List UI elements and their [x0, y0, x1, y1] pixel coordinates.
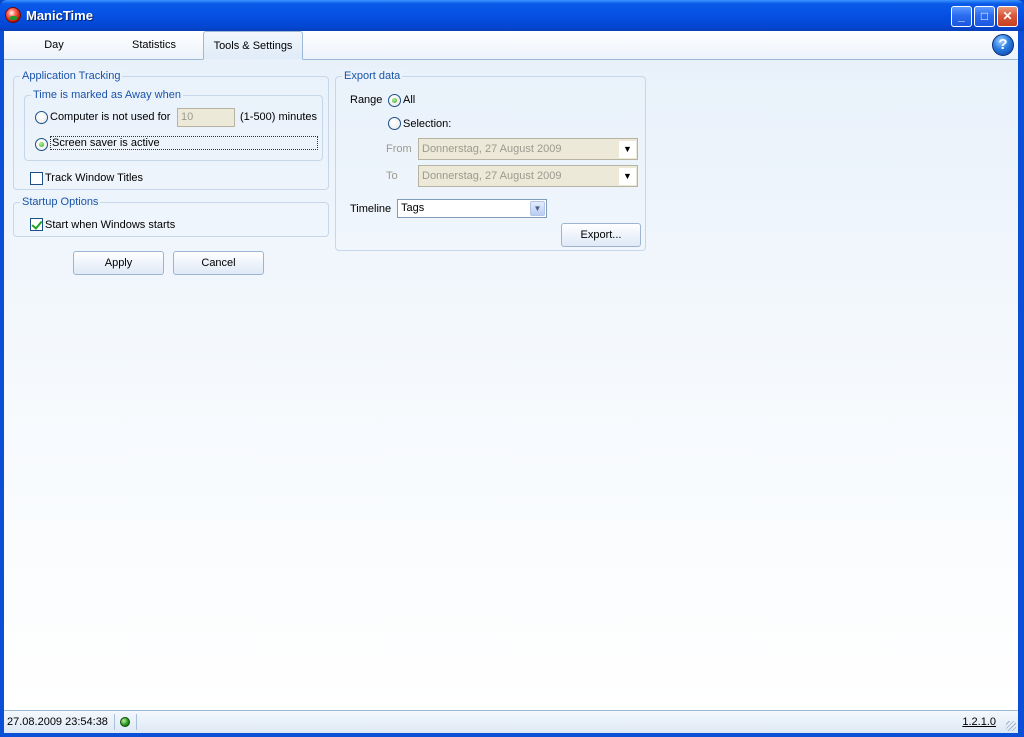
status-separator — [136, 714, 137, 730]
chevron-down-icon[interactable]: ▼ — [530, 201, 545, 216]
to-date-picker[interactable]: Donnerstag, 27 August 2009 ▼ — [418, 165, 638, 187]
status-datetime: 27.08.2009 23:54:38 — [7, 716, 108, 728]
track-window-titles-checkbox[interactable] — [30, 172, 43, 185]
close-button[interactable]: ✕ — [997, 6, 1018, 27]
maximize-icon: □ — [980, 9, 989, 23]
timeline-select-value: Tags — [401, 202, 425, 214]
from-date-dropdown-icon[interactable]: ▼ — [619, 141, 636, 158]
range-all-radio[interactable] — [388, 94, 401, 107]
to-label: To — [386, 170, 398, 182]
minimize-button[interactable]: _ — [951, 6, 972, 27]
screen-saver-label: Screen saver is active — [50, 136, 318, 150]
tab-tools-settings[interactable]: Tools & Settings — [203, 31, 303, 60]
start-with-windows-label: Start when Windows starts — [45, 219, 176, 231]
away-group-title: Time is marked as Away when — [31, 89, 183, 101]
version-link[interactable]: 1.2.1.0 — [962, 716, 996, 728]
status-separator — [114, 714, 115, 730]
title-bar[interactable]: ManicTime _ □ ✕ — [0, 0, 1024, 31]
main-content: Day Statistics Tools & Settings ? Applic… — [4, 31, 1018, 710]
computer-not-used-label: Computer is not used for — [50, 111, 171, 123]
range-label: Range — [350, 94, 383, 106]
timeline-label: Timeline — [350, 203, 392, 215]
from-label: From — [386, 143, 412, 155]
tab-bar: Day Statistics Tools & Settings ? — [4, 31, 1018, 60]
maximize-button[interactable]: □ — [974, 6, 995, 27]
tab-statistics[interactable]: Statistics — [114, 31, 194, 60]
range-selection-label: Selection: — [403, 118, 452, 130]
startup-options-title: Startup Options — [20, 196, 101, 208]
range-selection-radio[interactable] — [388, 117, 401, 130]
minutes-range-hint: (1-500) minutes — [240, 111, 318, 123]
start-with-windows-checkbox[interactable] — [30, 218, 43, 231]
away-group: Time is marked as Away when Computer is … — [24, 89, 323, 161]
cancel-button[interactable]: Cancel — [173, 251, 264, 275]
from-date-value: Donnerstag, 27 August 2009 — [422, 143, 562, 155]
tab-day[interactable]: Day — [14, 31, 94, 60]
startup-options-group: Startup Options Start when Windows start… — [13, 196, 329, 237]
to-date-dropdown-icon[interactable]: ▼ — [619, 168, 636, 185]
minimize-icon: _ — [958, 9, 965, 23]
from-date-picker[interactable]: Donnerstag, 27 August 2009 ▼ — [418, 138, 638, 160]
application-tracking-group: Application Tracking Time is marked as A… — [13, 70, 329, 190]
to-date-value: Donnerstag, 27 August 2009 — [422, 170, 562, 182]
application-tracking-title: Application Tracking — [20, 70, 123, 82]
window-title: ManicTime — [26, 8, 93, 23]
computer-not-used-radio[interactable] — [35, 111, 48, 124]
resize-grip-icon[interactable] — [1006, 721, 1016, 731]
close-icon: ✕ — [1002, 9, 1013, 23]
status-indicator-icon — [120, 717, 130, 727]
export-button[interactable]: Export... — [561, 223, 641, 247]
range-all-label: All — [403, 94, 416, 106]
help-icon[interactable]: ? — [992, 34, 1014, 56]
status-bar: 27.08.2009 23:54:38 1.2.1.0 — [4, 710, 1018, 733]
screen-saver-radio[interactable] — [35, 138, 48, 151]
export-data-group: Export data Range All Selection: From Do… — [335, 70, 646, 251]
minutes-input[interactable]: 10 — [177, 108, 235, 127]
app-window: ManicTime _ □ ✕ Day Statistics Tools & S… — [0, 0, 1024, 737]
export-data-title: Export data — [342, 70, 403, 82]
timeline-select[interactable]: Tags ▼ — [397, 199, 547, 218]
track-window-titles-label: Track Window Titles — [45, 172, 144, 184]
apply-button[interactable]: Apply — [73, 251, 164, 275]
manictime-logo-icon[interactable] — [5, 7, 21, 23]
